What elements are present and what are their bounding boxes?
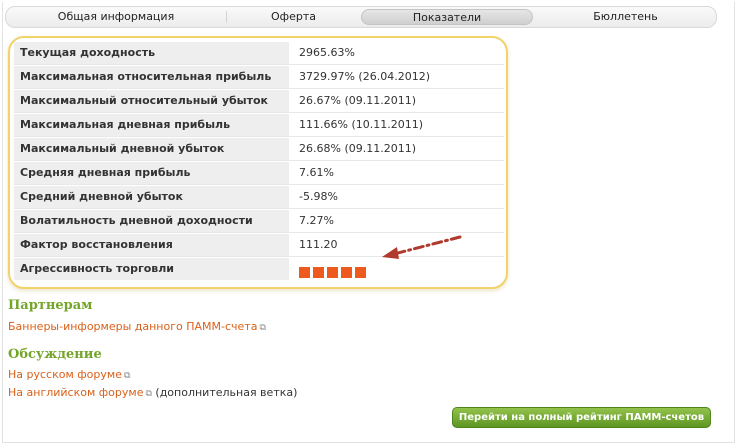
forum-ru-link[interactable]: На русском форуме ⧉ [8, 368, 130, 381]
stats-row-current-return: Текущая доходность 2965.63% [14, 42, 504, 65]
stat-value: 7.61% [299, 166, 334, 179]
tab-bar: Общая информация Оферта Показатели Бюлле… [5, 6, 717, 28]
aggressiveness-square [299, 267, 310, 278]
stats-row-max-daily-profit: Максимальная дневная прибыль 111.66% (10… [14, 114, 504, 137]
stats-row-max-daily-loss: Максимальный дневной убыток 26.68% (09.1… [14, 138, 504, 161]
stat-label: Фактор восстановления [14, 234, 289, 256]
stats-row-avg-daily-profit: Средняя дневная прибыль 7.61% [14, 162, 504, 185]
stat-value: 111.66% (10.11.2011) [299, 118, 424, 131]
aggressiveness-square [327, 267, 338, 278]
tab-indicators[interactable]: Показатели [361, 9, 533, 25]
stat-value: -5.98% [299, 190, 338, 203]
stats-row-max-rel-profit: Максимальная относительная прибыль 3729.… [14, 66, 504, 89]
external-link-icon: ⧉ [259, 323, 266, 333]
stat-label: Максимальный дневной убыток [14, 138, 289, 160]
stat-label: Максимальный относительный убыток [14, 90, 289, 112]
stat-value: 7.27% [299, 214, 334, 227]
forum-ru-link-text[interactable]: На русском форуме [8, 368, 122, 381]
external-link-icon: ⧉ [145, 389, 152, 399]
forum-en-link[interactable]: На английском форуме ⧉ (дополнительная ве… [8, 386, 297, 399]
red-arrow-annotation [382, 235, 462, 259]
forum-en-link-text[interactable]: На английском форуме [8, 386, 143, 399]
stat-label: Средняя дневная прибыль [14, 162, 289, 184]
tab-offer[interactable]: Оферта [226, 7, 361, 27]
stat-value: 26.68% (09.11.2011) [299, 142, 417, 155]
full-rating-button[interactable]: Перейти на полный рейтинг ПАММ-счетов [452, 407, 711, 428]
aggressiveness-square [313, 267, 324, 278]
aggressiveness-meter [299, 263, 369, 278]
stat-label: Максимальная относительная прибыль [14, 66, 289, 88]
stat-label: Волатильность дневной доходности [14, 210, 289, 232]
stat-label: Текущая доходность [14, 42, 289, 64]
stat-label: Максимальная дневная прибыль [14, 114, 289, 136]
discussion-heading: Обсуждение [8, 347, 102, 362]
partners-heading: Партнерам [8, 298, 93, 313]
partners-banners-link[interactable]: Баннеры-информеры данного ПАММ-счета ⧉ [8, 320, 266, 333]
stat-value: 2965.63% [299, 46, 355, 59]
aggressiveness-square [355, 267, 366, 278]
stat-value: 26.67% (09.11.2011) [299, 94, 417, 107]
forum-en-note: (дополнительная ветка) [155, 386, 298, 399]
stat-value: 111.20 [299, 238, 338, 251]
stat-label: Агрессивность торговли [14, 258, 289, 280]
stat-label: Средний дневной убыток [14, 186, 289, 208]
tab-bulletin[interactable]: Бюллетень [533, 7, 718, 27]
stats-row-volatility: Волатильность дневной доходности 7.27% [14, 210, 504, 233]
partners-banners-link-text[interactable]: Баннеры-информеры данного ПАММ-счета [8, 320, 257, 333]
aggressiveness-square [341, 267, 352, 278]
stats-row-max-rel-loss: Максимальный относительный убыток 26.67%… [14, 90, 504, 113]
stats-row-avg-daily-loss: Средний дневной убыток -5.98% [14, 186, 504, 209]
tab-general-info[interactable]: Общая информация [6, 7, 226, 27]
external-link-icon: ⧉ [123, 371, 131, 381]
stat-value: 3729.97% (26.04.2012) [299, 70, 431, 83]
